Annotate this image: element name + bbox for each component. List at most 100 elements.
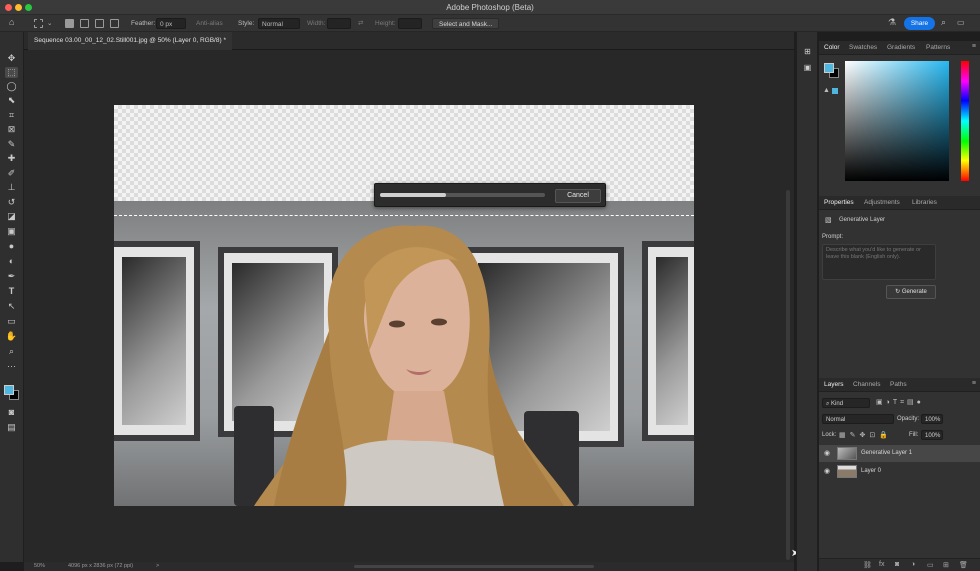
move-tool-icon[interactable]: ✥	[5, 53, 18, 64]
flask-icon[interactable]: ⚗	[888, 18, 896, 29]
rectangle-tool-icon[interactable]: ▭	[5, 316, 18, 327]
document-size: 4096 px x 2836 px (72 ppi)	[68, 563, 134, 569]
generate-button[interactable]: ↻ Generate	[886, 285, 936, 299]
dodge-tool-icon[interactable]: ◐	[5, 256, 18, 267]
title-bar: Adobe Photoshop (Beta)	[0, 0, 980, 15]
search-icon[interactable]: ⌕	[941, 18, 946, 29]
height-input[interactable]	[398, 18, 422, 29]
layers-menu-icon[interactable]: ≡	[972, 380, 976, 387]
horizontal-scrollbar[interactable]	[354, 565, 594, 568]
object-selection-tool-icon[interactable]: ⬉	[5, 95, 18, 106]
canvas-area[interactable]: Cancel ➤	[24, 50, 799, 562]
healing-brush-tool-icon[interactable]: ✚	[5, 153, 18, 164]
new-selection-icon[interactable]	[65, 19, 74, 28]
prompt-input[interactable]: Describe what you'd like to generate or …	[822, 244, 936, 280]
hue-slider[interactable]	[961, 61, 969, 181]
eraser-tool-icon[interactable]: ◪	[5, 211, 18, 222]
foreground-color-swatch[interactable]	[4, 385, 14, 395]
chevron-down-icon[interactable]: ⌄	[47, 18, 52, 29]
hand-tool-icon[interactable]: ✋	[5, 331, 18, 342]
blur-tool-icon[interactable]: ●	[5, 241, 18, 252]
zoom-tool-icon[interactable]: ⌕	[5, 346, 18, 357]
height-label: Height:	[375, 20, 396, 27]
photo-layer[interactable]	[114, 201, 694, 506]
portrait-subject	[254, 225, 574, 506]
type-tool-icon[interactable]: T	[5, 286, 18, 297]
tab-libraries[interactable]: Libraries	[912, 199, 937, 206]
adjustment-layer-icon[interactable]: ◑	[911, 561, 915, 568]
screen-mode-icon[interactable]: ▤	[5, 422, 18, 433]
layer-filter-icons[interactable]: ▣◑T⌗▤●	[876, 398, 924, 407]
new-group-icon[interactable]: ▭	[927, 561, 934, 569]
history-panel-icon[interactable]: ⊞	[802, 46, 813, 57]
add-mask-icon[interactable]: ◙	[895, 561, 899, 568]
tab-patterns[interactable]: Patterns	[926, 44, 950, 51]
tab-swatches[interactable]: Swatches	[849, 44, 877, 51]
quick-mask-icon[interactable]: ◙	[5, 407, 18, 418]
fill-input[interactable]: 100%	[921, 430, 943, 440]
status-chevron-icon[interactable]: >	[156, 563, 159, 569]
layer-filter-select[interactable]: ⌕ Kind	[822, 398, 870, 408]
feather-input[interactable]: 0 px	[156, 18, 186, 29]
panel-menu-icon[interactable]: ≡	[972, 43, 976, 50]
swap-dimensions-icon[interactable]: ⇄	[358, 18, 363, 29]
brush-tool-icon[interactable]: ✐	[5, 168, 18, 179]
status-bar: 50% 4096 px x 2836 px (72 ppi) >	[24, 562, 794, 571]
blend-mode-select[interactable]: Normal	[822, 414, 894, 424]
foreground-color-chip[interactable]	[824, 63, 834, 73]
crop-tool-icon[interactable]: ⌗	[5, 110, 18, 121]
lock-options-icons[interactable]: ▦✎✥⊡🔒	[839, 431, 892, 439]
pen-tool-icon[interactable]: ✒	[5, 271, 18, 282]
visibility-eye-icon[interactable]: ◉	[824, 467, 830, 475]
marquee-tool-icon[interactable]: ⬚	[5, 67, 18, 78]
tab-color[interactable]: Color	[824, 44, 840, 51]
gradient-tool-icon[interactable]: ▣	[5, 226, 18, 237]
zoom-level[interactable]: 50%	[34, 563, 45, 569]
progress-bar	[380, 193, 545, 197]
eyedropper-tool-icon[interactable]: ✎	[5, 139, 18, 150]
layer-name: Generative Layer 1	[861, 450, 913, 456]
style-label: Style:	[238, 20, 255, 27]
add-to-selection-icon[interactable]	[80, 19, 89, 28]
tab-properties[interactable]: Properties	[824, 199, 854, 206]
path-selection-tool-icon[interactable]: ↖	[5, 301, 18, 312]
comments-panel-icon[interactable]: ▣	[802, 62, 813, 73]
cancel-button[interactable]: Cancel	[555, 189, 601, 203]
tab-layers[interactable]: Layers	[824, 381, 844, 388]
history-brush-tool-icon[interactable]: ↺	[5, 197, 18, 208]
share-button[interactable]: Share	[904, 17, 935, 30]
new-layer-icon[interactable]: ⊞	[943, 561, 949, 569]
opacity-input[interactable]: 100%	[921, 414, 943, 424]
frame-tool-icon[interactable]: ⊠	[5, 124, 18, 135]
tab-channels[interactable]: Channels	[853, 381, 880, 388]
subtract-from-selection-icon[interactable]	[95, 19, 104, 28]
visibility-eye-icon[interactable]: ◉	[824, 449, 830, 457]
clone-stamp-tool-icon[interactable]: ⊥	[5, 182, 18, 193]
more-tools-icon[interactable]: ···	[5, 361, 18, 372]
tab-gradients[interactable]: Gradients	[887, 44, 915, 51]
web-safe-color-chip[interactable]	[832, 88, 838, 94]
width-input[interactable]	[327, 18, 351, 29]
document-tab-bar: Sequence 03.00_00_12_02.Still001.jpg @ 5…	[24, 32, 794, 50]
document-tab[interactable]: Sequence 03.00_00_12_02.Still001.jpg @ 5…	[28, 32, 232, 50]
link-layers-icon[interactable]: ⛓	[863, 561, 872, 569]
intersect-selection-icon[interactable]	[110, 19, 119, 28]
style-select[interactable]: Normal	[258, 18, 300, 29]
anti-alias-checkbox[interactable]: Anti-alias	[196, 18, 223, 29]
color-picker-field[interactable]	[845, 61, 949, 181]
delete-layer-icon[interactable]: 🗑	[959, 561, 968, 569]
opacity-label: Opacity:	[897, 416, 920, 422]
layer-thumbnail	[837, 465, 857, 478]
select-and-mask-button[interactable]: Select and Mask...	[432, 18, 500, 29]
layer-row[interactable]: ◉ Generative Layer 1	[819, 445, 980, 462]
workspace-icon[interactable]: ▭	[957, 18, 965, 29]
layers-panel-tabs: Layers Channels Paths ≡	[819, 378, 980, 392]
lasso-tool-icon[interactable]: ◯	[5, 81, 18, 92]
tab-adjustments[interactable]: Adjustments	[864, 199, 900, 206]
tab-paths[interactable]: Paths	[890, 381, 907, 388]
vertical-scrollbar[interactable]	[786, 190, 790, 560]
layer-effects-icon[interactable]: fx	[879, 561, 884, 568]
rectangular-marquee-icon[interactable]	[34, 19, 43, 28]
home-icon[interactable]: ⌂	[9, 18, 14, 29]
layer-row[interactable]: ◉ Layer 0	[819, 463, 980, 480]
